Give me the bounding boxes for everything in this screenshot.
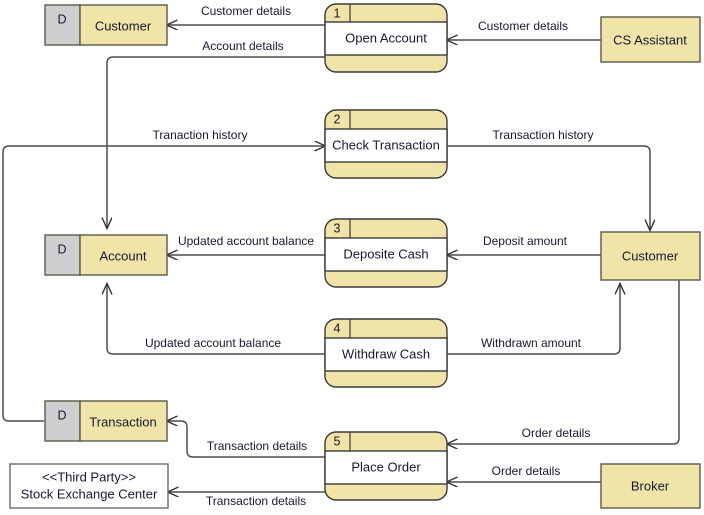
flow-label: Tranaction history [153, 128, 248, 142]
process-check-transaction[interactable]: 2 Check Transaction [324, 109, 448, 179]
flow-updated-balance-deposit: Updated account balance [167, 234, 325, 255]
flow-label: Customer details [478, 19, 568, 33]
process-place-order[interactable]: 5 Place Order [324, 431, 448, 501]
flow-withdrawn-amount: Withdrawn amount [447, 284, 620, 355]
flow-order-details-customer: Order details [447, 280, 680, 444]
external-entity-label: Customer [622, 248, 679, 263]
data-store-account[interactable]: D Account [44, 234, 168, 276]
flow-customer-details-to-store: Customer details [167, 4, 325, 25]
external-entity-label: CS Assistant [613, 32, 687, 47]
process-deposite-cash[interactable]: 3 Deposite Cash [324, 218, 448, 288]
data-store-label: Transaction [89, 414, 156, 429]
flow-label: Updated account balance [178, 234, 314, 248]
data-store-customer[interactable]: D Customer [44, 4, 168, 46]
flow-label: Transaction history [493, 128, 594, 142]
process-number: 1 [334, 6, 341, 20]
dfd-canvas: Customer details Customer details Accoun… [0, 0, 704, 515]
process-label: Check Transaction [332, 137, 440, 152]
flow-label: Transaction details [206, 494, 306, 508]
flow-label: Withdrawn amount [481, 336, 582, 350]
process-number: 4 [334, 321, 341, 335]
process-withdraw-cash[interactable]: 4 Withdraw Cash [324, 318, 448, 388]
process-label: Open Account [345, 30, 427, 45]
flow-transaction-history: Transaction history [447, 128, 650, 230]
data-store-label: Account [100, 248, 147, 263]
third-party-stereotype: <<Third Party>> [42, 469, 136, 484]
external-entity-label: Broker [631, 478, 670, 493]
external-entity-broker[interactable]: Broker [600, 463, 701, 509]
data-store-transaction[interactable]: D Transaction [44, 400, 168, 442]
flow-transaction-details-store: Transaction details [167, 421, 325, 458]
process-number: 3 [334, 221, 341, 235]
process-label: Deposite Cash [343, 246, 428, 261]
flow-label: Customer details [201, 4, 291, 18]
flow-transaction-details-exchange: Transaction details [168, 492, 325, 508]
process-open-account[interactable]: 1 Open Account [324, 3, 448, 73]
external-entity-stock-exchange-center[interactable]: <<Third Party>> Stock Exchange Center [9, 463, 169, 509]
third-party-label: Stock Exchange Center [21, 486, 158, 501]
external-entity-cs-assistant[interactable]: CS Assistant [600, 16, 701, 63]
flow-label: Transaction details [207, 439, 307, 453]
flow-label: Order details [522, 426, 591, 440]
process-label: Place Order [351, 459, 421, 474]
external-entity-customer[interactable]: Customer [600, 231, 701, 281]
data-store-key: D [57, 408, 66, 422]
data-store-label: Customer [95, 18, 152, 33]
flow-updated-balance-withdraw: Updated account balance [107, 284, 325, 355]
data-store-key: D [57, 242, 66, 256]
flow-order-details-broker: Order details [447, 464, 601, 482]
process-number: 5 [334, 434, 341, 448]
process-number: 2 [334, 112, 341, 126]
data-store-key: D [57, 12, 66, 26]
flow-label: Account details [202, 39, 283, 53]
process-label: Withdraw Cash [342, 346, 430, 361]
flow-label: Order details [492, 464, 561, 478]
flow-label: Updated account balance [145, 336, 281, 350]
dfd-svg: Customer details Customer details Accoun… [2, 3, 701, 509]
flow-label: Deposit amount [483, 234, 568, 248]
flow-deposit-amount: Deposit amount [447, 234, 601, 255]
flow-customer-details-from-cs: Customer details [447, 19, 601, 40]
